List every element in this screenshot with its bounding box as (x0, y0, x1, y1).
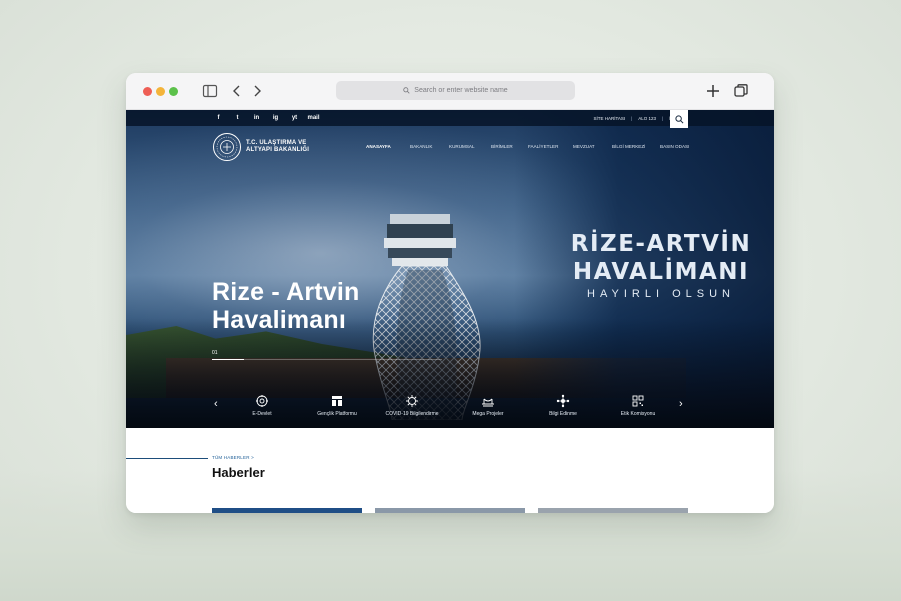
quick-link-bilgi-edinme[interactable]: Bilgi Edinme (523, 394, 603, 417)
address-placeholder: Search or enter website name (414, 87, 508, 94)
hero-title[interactable]: Rize - Artvin Havalimanı (212, 278, 360, 334)
minimize-window-button[interactable] (156, 87, 165, 96)
forward-icon[interactable] (248, 82, 266, 100)
facebook-icon[interactable]: f (209, 115, 228, 121)
e-devlet-icon (256, 395, 268, 407)
sidebar-icon[interactable] (201, 82, 219, 100)
browser-toolbar: Search or enter website name (126, 73, 774, 110)
new-tab-icon[interactable] (704, 82, 722, 100)
logo-line-2: ALTYAPI BAKANLIĞI (246, 147, 310, 153)
logo-line-1: T.C. ULAŞTIRMA VE (246, 140, 307, 146)
youtube-icon[interactable]: yt (285, 115, 304, 121)
social-links: f t in ig yt mail (209, 110, 323, 126)
promo-line-1: RİZE-ARTVİN (570, 231, 752, 257)
promo-line-2: HAVALİMANI (572, 259, 750, 285)
nav-item-birimler[interactable]: BİRİMLER (491, 144, 513, 149)
quick-link-label: Bilgi Edinme (549, 411, 577, 417)
genclik-platformu-icon (332, 396, 342, 406)
site-search-button[interactable] (670, 110, 688, 128)
nav-item-faaliyetler[interactable]: FAALİYETLER (528, 144, 558, 149)
slider-progress[interactable] (212, 359, 442, 360)
linkedin-icon[interactable]: in (247, 115, 266, 121)
ministry-logo[interactable]: T.C. ULAŞTIRMA VE ALTYAPI BAKANLIĞI (212, 132, 309, 162)
quick-links-bar: ‹ E-Devlet Gençlik Platformu COVID-19 Bi… (126, 390, 774, 428)
all-news-link[interactable]: TÜM HABERLER > (212, 455, 254, 460)
news-section: TÜM HABERLER > Haberler (126, 428, 774, 513)
ministry-emblem-icon (213, 133, 241, 161)
quick-links-prev-icon[interactable]: ‹ (214, 398, 218, 410)
nav-item-bilgi-merkezi[interactable]: BİLGİ MERKEZİ (612, 144, 645, 149)
virus-icon (406, 395, 418, 407)
quick-link-e-devlet[interactable]: E-Devlet (222, 394, 302, 417)
slider-progress-fill (212, 359, 244, 360)
close-window-button[interactable] (143, 87, 152, 96)
quick-link-label: COVID-19 Bilgilendirme (385, 411, 439, 417)
quick-link-label: Gençlik Platformu (317, 411, 357, 417)
quick-link-label: E-Devlet (252, 411, 272, 417)
quick-link-covid-19[interactable]: COVID-19 Bilgilendirme (372, 394, 452, 417)
mail-icon[interactable]: mail (304, 115, 323, 121)
news-divider (126, 458, 208, 459)
nav-item-basin-odasi[interactable]: BASIN ODASI (660, 144, 689, 149)
quick-link-label: Etik Komisyonu (620, 411, 656, 417)
site-topbar: f t in ig yt mail SİTE HARİTASI | ALO 12… (126, 110, 774, 128)
web-page: f t in ig yt mail SİTE HARİTASI | ALO 12… (126, 110, 774, 513)
search-icon (674, 114, 683, 123)
search-icon (403, 87, 410, 94)
nav-item-kurumsal[interactable]: KURUMSAL (449, 144, 475, 149)
tabs-overview-icon[interactable] (732, 82, 750, 100)
nav-item-anasayfa[interactable]: ANASAYFA (366, 144, 391, 149)
quick-link-label: Mega Projeler (472, 411, 504, 417)
instagram-icon[interactable]: ig (266, 115, 285, 121)
hero-slider: f t in ig yt mail SİTE HARİTASI | ALO 12… (126, 110, 774, 428)
news-heading: Haberler (212, 465, 265, 480)
hero-promo-text: RİZE-ARTVİN HAVALİMANI HAYIRLI OLSUN (566, 230, 756, 300)
quick-links-next-icon[interactable]: › (679, 398, 683, 410)
qr-code-icon (632, 395, 644, 407)
twitter-icon[interactable]: t (228, 115, 247, 121)
nav-item-bakanlik[interactable]: BAKANLIK (410, 144, 432, 149)
hero-title-line-1: Rize - Artvin (212, 278, 360, 306)
sitemap-link[interactable]: SİTE HARİTASI (593, 116, 625, 121)
quick-link-etik-komisyonu[interactable]: Etik Komisyonu (598, 394, 678, 417)
bridge-icon (482, 398, 494, 407)
news-card[interactable] (538, 508, 688, 513)
alo-123-link[interactable]: ALO 123 (638, 116, 656, 121)
address-bar[interactable]: Search or enter website name (336, 81, 575, 100)
quick-link-genclik-platformu[interactable]: Gençlik Platformu (297, 394, 377, 417)
info-network-icon (556, 394, 570, 408)
hero-title-line-2: Havalimanı (212, 306, 347, 334)
maximize-window-button[interactable] (169, 87, 178, 96)
back-icon[interactable] (228, 82, 246, 100)
slide-number: 01 (212, 350, 218, 356)
news-card[interactable] (375, 508, 525, 513)
nav-item-mevzuat[interactable]: MEVZUAT (573, 144, 595, 149)
browser-window: Search or enter website name f t in ig y… (126, 73, 774, 513)
news-card[interactable] (212, 508, 362, 513)
quick-link-mega-projeler[interactable]: Mega Projeler (448, 394, 528, 417)
promo-line-3: HAYIRLI OLSUN (587, 288, 735, 300)
